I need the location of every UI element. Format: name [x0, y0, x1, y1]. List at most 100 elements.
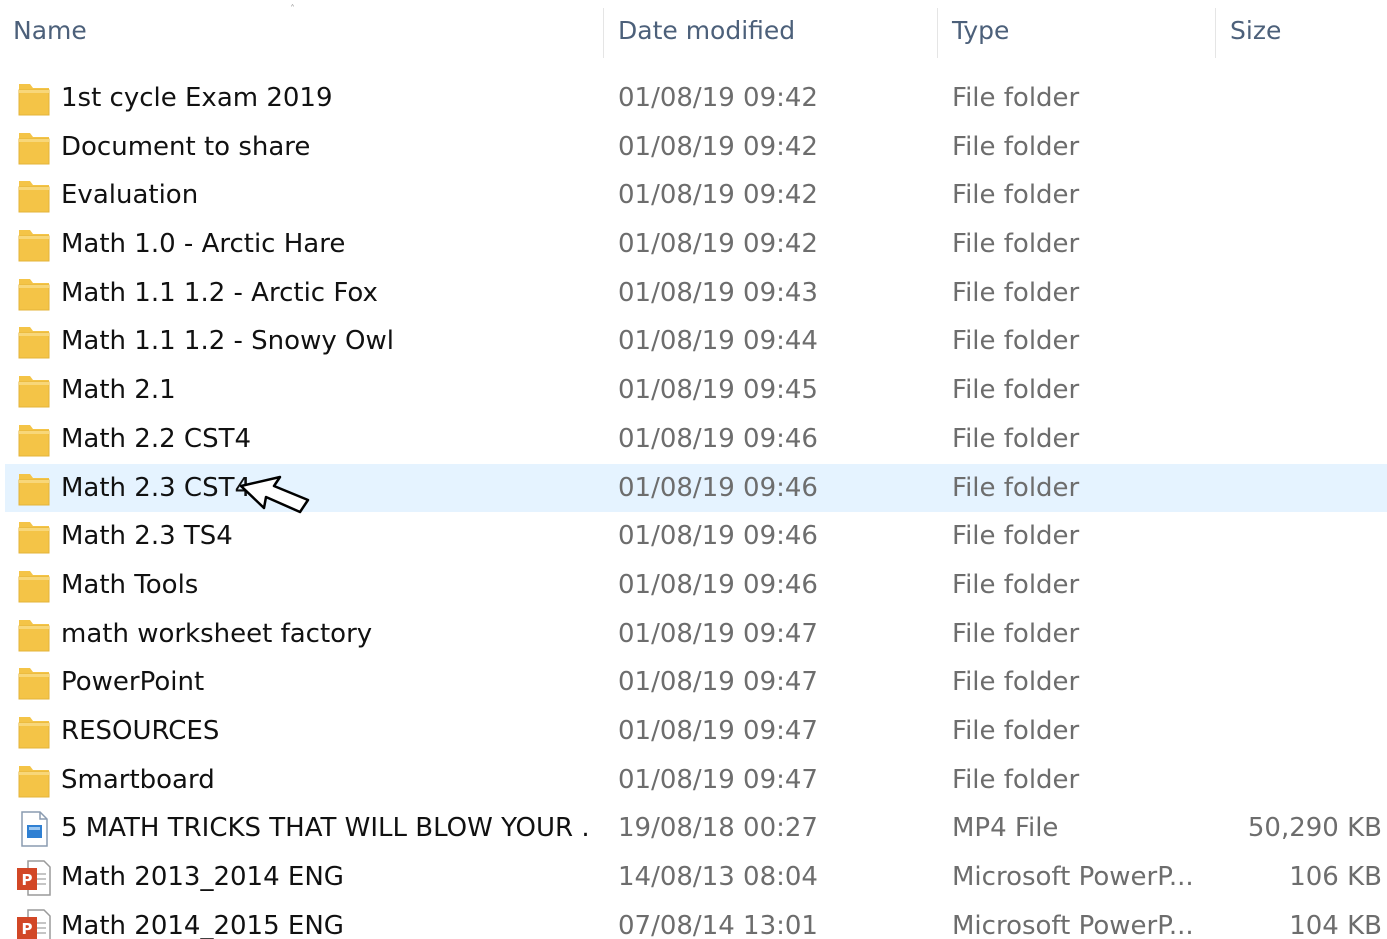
file-size — [1220, 464, 1382, 513]
file-size — [1220, 171, 1382, 220]
file-size — [1220, 610, 1382, 659]
folder-icon — [16, 275, 52, 313]
file-row[interactable]: Math 1.1 1.2 - Arctic Fox 01/08/19 09:43 F… — [0, 269, 1387, 318]
sort-indicator-icon: ˄ — [290, 4, 297, 15]
file-type: File folder — [952, 83, 1080, 113]
folder-icon — [16, 567, 52, 605]
file-date-modified: 01/08/19 09:47 — [618, 667, 818, 698]
file-size — [1220, 415, 1382, 464]
file-row[interactable]: Math Tools 01/08/19 09:46 File folder — [0, 561, 1387, 610]
column-header-bar: ˄ Name Date modified Type Size — [0, 0, 1387, 62]
file-list: 1st cycle Exam 2019 01/08/19 09:42 File fo… — [0, 74, 1387, 939]
file-type: File folder — [952, 472, 1080, 503]
column-divider[interactable] — [937, 8, 938, 58]
file-type: File folder — [952, 423, 1080, 454]
file-row[interactable]: Document to share 01/08/19 09:42 File fold… — [0, 123, 1387, 172]
file-size — [1220, 366, 1382, 415]
file-row[interactable]: 1st cycle Exam 2019 01/08/19 09:42 File fo… — [0, 74, 1387, 123]
file-date-modified: 01/08/19 09:46 — [618, 472, 818, 503]
file-date-modified: 01/08/19 09:45 — [618, 375, 818, 406]
file-name: Document to share — [61, 131, 311, 162]
file-name: Math 2.2 CST4 — [61, 423, 251, 454]
file-row[interactable]: Math 2.3 CST4 01/08/19 09:46 File folder — [0, 463, 1387, 513]
file-name: 5 MATH TRICKS THAT WILL BLOW YOUR ... — [61, 813, 591, 844]
file-type: Microsoft PowerP... — [952, 862, 1194, 892]
file-row[interactable]: Math 2.2 CST4 01/08/19 09:46 File folder — [0, 415, 1387, 464]
file-name: Math Tools — [61, 569, 199, 600]
file-type: Microsoft PowerP... — [952, 910, 1194, 939]
video-file-icon — [16, 810, 52, 848]
file-date-modified: 01/08/19 09:44 — [618, 326, 818, 357]
file-row[interactable]: RESOURCES 01/08/19 09:47 File folder — [0, 707, 1387, 756]
folder-icon — [16, 372, 52, 410]
file-date-modified: 19/08/18 00:27 — [618, 813, 818, 844]
file-date-modified: 01/08/19 09:43 — [618, 277, 818, 308]
file-type: File folder — [952, 375, 1080, 406]
file-type: MP4 File — [952, 813, 1059, 844]
folder-icon — [16, 226, 52, 264]
file-type: File folder — [952, 715, 1080, 746]
folder-icon — [16, 616, 52, 654]
svg-text:P: P — [22, 871, 33, 889]
column-divider[interactable] — [1215, 8, 1216, 58]
file-name: math worksheet factory — [61, 618, 373, 649]
file-row[interactable]: Evaluation 01/08/19 09:42 File folder — [0, 171, 1387, 220]
file-row[interactable]: Math 2.1 01/08/19 09:45 File folder — [0, 366, 1387, 415]
file-row[interactable]: math worksheet factory 01/08/19 09:47 File… — [0, 610, 1387, 659]
column-header-type[interactable]: Type — [952, 0, 1009, 62]
file-row[interactable]: Math 1.1 1.2 - Snowy Owl 01/08/19 09:44 Fi… — [0, 317, 1387, 366]
file-size — [1220, 74, 1382, 123]
powerpoint-file-icon: P — [16, 859, 52, 897]
file-name: Smartboard — [61, 764, 215, 795]
file-type: File folder — [952, 521, 1080, 552]
file-type: File folder — [952, 180, 1080, 211]
mouse-cursor-icon — [239, 475, 310, 514]
file-row[interactable]: 5 MATH TRICKS THAT WILL BLOW YOUR ... 19/… — [0, 804, 1387, 853]
file-name: PowerPoint — [61, 667, 205, 698]
folder-icon — [16, 129, 52, 167]
file-type: File folder — [952, 277, 1080, 308]
file-type: File folder — [952, 131, 1080, 162]
file-name: Math 2.3 CST4 — [61, 472, 251, 503]
file-date-modified: 07/08/14 13:01 — [618, 910, 818, 939]
file-name: Math 2014_2015 ENG — [61, 910, 344, 939]
file-row[interactable]: PowerPoint 01/08/19 09:47 File folder — [0, 658, 1387, 707]
file-date-modified: 01/08/19 09:46 — [618, 521, 818, 552]
file-date-modified: 01/08/19 09:46 — [618, 569, 818, 600]
file-size — [1220, 561, 1382, 610]
file-size — [1220, 317, 1382, 366]
file-date-modified: 01/08/19 09:46 — [618, 423, 818, 454]
file-name: Math 2.3 TS4 — [61, 521, 233, 552]
file-row[interactable]: P Math 2014_2015 ENG 07/08/14 13:01 Micros… — [0, 902, 1387, 939]
file-row[interactable]: Smartboard 01/08/19 09:47 File folder — [0, 756, 1387, 805]
folder-icon — [16, 713, 52, 751]
file-size: 50,290 KB — [1247, 813, 1382, 844]
folder-icon — [16, 762, 52, 800]
column-header-size[interactable]: Size — [1230, 0, 1281, 62]
file-size — [1220, 756, 1382, 805]
file-type: File folder — [952, 326, 1080, 357]
file-row[interactable]: Math 2.3 TS4 01/08/19 09:46 File folder — [0, 512, 1387, 561]
column-header-date-modified[interactable]: Date modified — [618, 0, 795, 62]
folder-icon — [16, 80, 52, 118]
file-name: Math 1.1 1.2 - Snowy Owl — [61, 326, 394, 357]
file-type: File folder — [952, 618, 1080, 649]
column-divider[interactable] — [603, 8, 604, 58]
file-type: File folder — [952, 764, 1080, 795]
file-name: RESOURCES — [61, 715, 220, 746]
file-row[interactable]: P Math 2013_2014 ENG 14/08/13 08:04 Micros… — [0, 853, 1387, 902]
file-date-modified: 01/08/19 09:42 — [618, 229, 818, 260]
file-size — [1220, 123, 1382, 172]
folder-icon — [16, 518, 52, 556]
svg-text:P: P — [22, 920, 33, 938]
file-name: Math 2013_2014 ENG — [61, 862, 344, 892]
file-name: Math 2.1 — [61, 375, 176, 406]
file-row[interactable]: Math 1.0 - Arctic Hare 01/08/19 09:42 File… — [0, 220, 1387, 269]
file-type: File folder — [952, 229, 1080, 260]
file-date-modified: 01/08/19 09:47 — [618, 715, 818, 746]
file-date-modified: 01/08/19 09:47 — [618, 764, 818, 795]
powerpoint-file-icon: P — [16, 908, 52, 939]
folder-icon — [16, 177, 52, 215]
file-date-modified: 01/08/19 09:42 — [618, 83, 818, 113]
column-header-name[interactable]: Name — [13, 0, 87, 62]
